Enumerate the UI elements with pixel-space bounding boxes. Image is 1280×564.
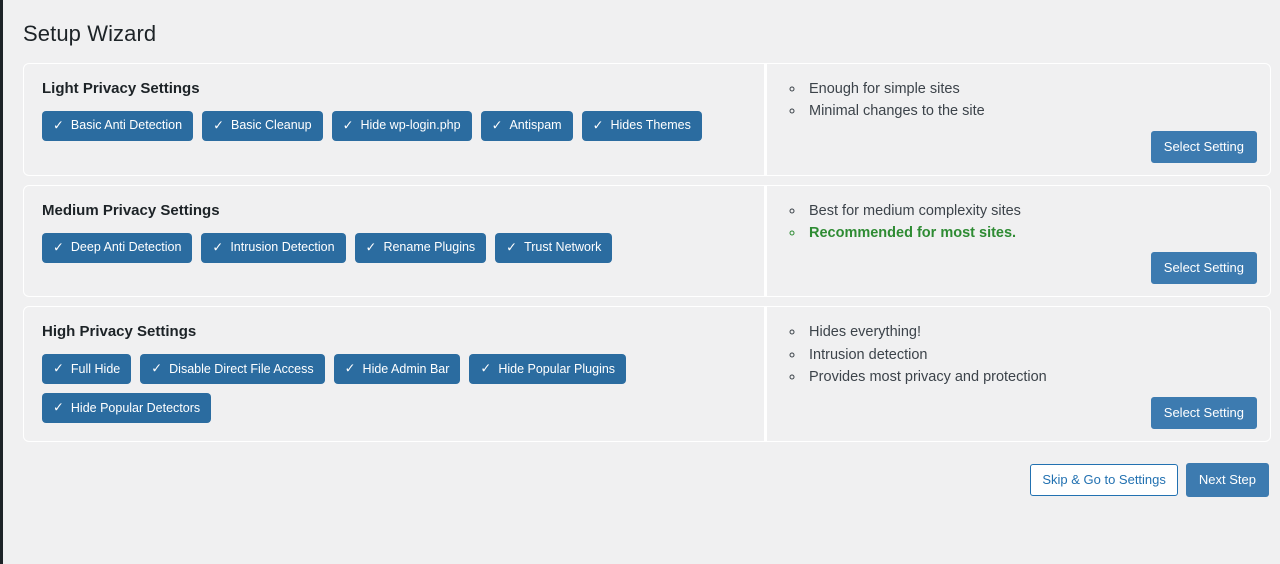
privacy-card-high: High Privacy Settings ✓ Full Hide ✓ Disable … xyxy=(23,306,1271,442)
check-icon: ✓ xyxy=(53,239,64,255)
benefit-list-item: Hides everything! xyxy=(805,321,1257,343)
feature-badge-label: Rename Plugins xyxy=(383,239,476,254)
benefit-list-item: Enough for simple sites xyxy=(805,78,1257,100)
feature-badge: ✓ Hide Popular Plugins xyxy=(469,354,627,385)
privacy-settings-card-list: Light Privacy Settings ✓ Basic Anti Detect… xyxy=(3,62,1280,442)
wizard-footer: Skip & Go to Settings Next Step xyxy=(3,451,1280,497)
feature-badge-label: Hide Popular Detectors xyxy=(70,400,201,415)
benefit-list-light: Enough for simple sitesMinimal changes t… xyxy=(785,78,1257,123)
feature-badge-label: Basic Cleanup xyxy=(230,117,312,132)
feature-badge-label: Hide wp-login.php xyxy=(360,117,461,132)
check-icon: ✓ xyxy=(53,399,64,415)
feature-badge: ✓ Intrusion Detection xyxy=(201,232,346,263)
privacy-card-description-high: Hides everything!Intrusion detectionProv… xyxy=(764,307,1270,441)
benefit-list-item: Intrusion detection xyxy=(805,344,1257,366)
check-icon: ✓ xyxy=(480,360,492,376)
privacy-card-description-medium: Best for medium complexity sitesRecommen… xyxy=(764,185,1270,297)
feature-badge-label: Hide Admin Bar xyxy=(362,361,450,376)
feature-badge-label: Full Hide xyxy=(70,361,121,376)
check-icon: ✓ xyxy=(506,239,518,255)
check-icon: ✓ xyxy=(592,117,604,133)
check-icon: ✓ xyxy=(212,239,224,255)
select-setting-button-medium[interactable]: Select Setting xyxy=(1150,252,1257,285)
benefit-list-item-recommended: Recommended for most sites. xyxy=(805,222,1257,244)
feature-badge-label: Trust Network xyxy=(524,239,602,254)
benefit-list-item: Best for medium complexity sites xyxy=(805,200,1257,222)
feature-badge: ✓ Hide wp-login.php xyxy=(331,110,472,141)
check-icon: ✓ xyxy=(151,360,163,376)
feature-badge-label: Antispam xyxy=(509,117,562,132)
benefit-list-item: Provides most privacy and protection xyxy=(805,366,1257,388)
privacy-card-title-light: Light Privacy Settings xyxy=(42,79,200,97)
check-icon: ✓ xyxy=(342,117,354,133)
feature-badge: ✓ Full Hide xyxy=(42,354,132,385)
privacy-card-features-light: Light Privacy Settings ✓ Basic Anti Detect… xyxy=(24,64,764,175)
admin-menu-edge xyxy=(0,0,3,564)
privacy-card-description-light: Enough for simple sitesMinimal changes t… xyxy=(764,63,1270,175)
feature-badge: ✓ Disable Direct File Access xyxy=(140,354,325,385)
privacy-card-light: Light Privacy Settings ✓ Basic Anti Detect… xyxy=(23,62,1271,176)
feature-badge-label: Deep Anti Detection xyxy=(70,239,182,254)
feature-badge: ✓ Basic Anti Detection xyxy=(42,110,194,141)
select-setting-button-light[interactable]: Select Setting xyxy=(1150,130,1257,163)
check-icon: ✓ xyxy=(213,117,224,133)
next-step-button[interactable]: Next Step xyxy=(1185,462,1269,497)
feature-badge: ✓ Rename Plugins xyxy=(354,232,487,263)
feature-badge-label: Hides Themes xyxy=(610,117,691,132)
check-icon: ✓ xyxy=(491,117,503,133)
privacy-card-medium: Medium Privacy Settings ✓ Deep Anti Detect… xyxy=(23,184,1271,298)
select-setting-row-medium: Select Setting xyxy=(785,244,1257,285)
skip-and-go-to-settings-button[interactable]: Skip & Go to Settings xyxy=(1030,463,1178,496)
feature-badge-label: Disable Direct File Access xyxy=(169,361,314,376)
feature-badge-label: Intrusion Detection xyxy=(230,239,335,254)
privacy-card-title-medium: Medium Privacy Settings xyxy=(42,201,220,219)
feature-badge-label: Hide Popular Plugins xyxy=(498,361,616,376)
feature-badge: ✓ Hide Popular Detectors xyxy=(42,393,212,424)
benefit-list-high: Hides everything!Intrusion detectionProv… xyxy=(785,321,1257,388)
feature-badge: ✓ Hides Themes xyxy=(581,110,702,141)
check-icon: ✓ xyxy=(344,360,356,376)
privacy-card-features-high: High Privacy Settings ✓ Full Hide ✓ Disable … xyxy=(24,307,764,440)
privacy-card-features-medium: Medium Privacy Settings ✓ Deep Anti Detect… xyxy=(24,186,764,297)
privacy-card-title-high: High Privacy Settings xyxy=(42,323,197,341)
feature-badge: ✓ Deep Anti Detection xyxy=(42,232,193,263)
select-setting-button-high[interactable]: Select Setting xyxy=(1150,396,1257,429)
feature-badge: ✓ Hide Admin Bar xyxy=(333,354,461,385)
check-icon: ✓ xyxy=(53,360,64,376)
setup-wizard-page: Setup Wizard Light Privacy Settings ✓ Basi… xyxy=(3,0,1280,564)
select-setting-row-high: Select Setting xyxy=(785,389,1257,429)
benefit-list-medium: Best for medium complexity sitesRecommen… xyxy=(785,200,1257,245)
check-icon: ✓ xyxy=(365,239,377,255)
feature-badge-group-medium: ✓ Deep Anti Detection ✓ Intrusion Detection… xyxy=(42,232,752,263)
feature-badge: ✓ Basic Cleanup xyxy=(202,110,323,141)
feature-badge-label: Basic Anti Detection xyxy=(70,117,183,132)
benefit-list-item: Minimal changes to the site xyxy=(805,100,1257,122)
feature-badge: ✓ Trust Network xyxy=(495,232,613,263)
check-icon: ✓ xyxy=(53,117,64,133)
feature-badge-group-light: ✓ Basic Anti Detection ✓ Basic Cleanup ✓ Hide… xyxy=(42,110,752,141)
feature-badge-group-high: ✓ Full Hide ✓ Disable Direct File Access ✓ Hi… xyxy=(42,354,752,424)
page-title: Setup Wizard xyxy=(23,21,157,46)
feature-badge: ✓ Antispam xyxy=(480,110,573,141)
select-setting-row-light: Select Setting xyxy=(785,123,1257,163)
